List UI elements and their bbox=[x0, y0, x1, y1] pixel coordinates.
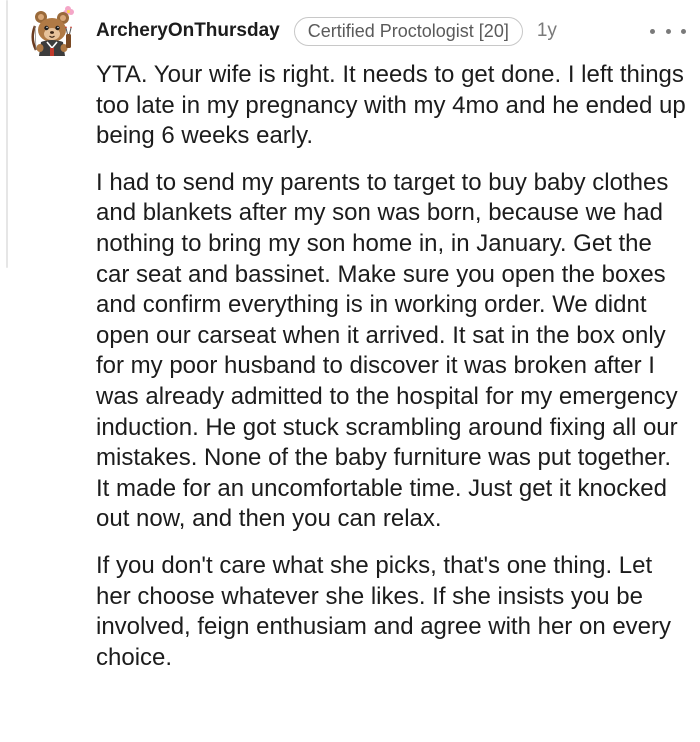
more-options-icon[interactable] bbox=[650, 19, 686, 43]
dot bbox=[681, 28, 686, 34]
thread-line[interactable] bbox=[6, 0, 8, 268]
comment-paragraph: If you don't care what she picks, that's… bbox=[96, 551, 672, 671]
comment-paragraph: YTA. Your wife is right. It needs to get… bbox=[96, 61, 686, 150]
comment-age: 1y bbox=[536, 20, 557, 41]
comment-paragraph: I had to send my parents to target to bu… bbox=[96, 168, 678, 533]
dot bbox=[665, 28, 671, 34]
comment-header: ArcheryOnThursday Certified Proctologist… bbox=[96, 14, 696, 48]
comment-body: YTA. Your wife is right. It needs to get… bbox=[96, 60, 686, 673]
username[interactable]: ArcheryOnThursday bbox=[96, 20, 280, 42]
comment: ArcheryOnThursday Certified Proctologist… bbox=[26, 0, 686, 742]
avatar[interactable] bbox=[30, 4, 78, 58]
dot bbox=[650, 28, 655, 34]
bear-avatar-icon bbox=[31, 6, 74, 56]
user-flair: Certified Proctologist [20] bbox=[293, 16, 523, 46]
